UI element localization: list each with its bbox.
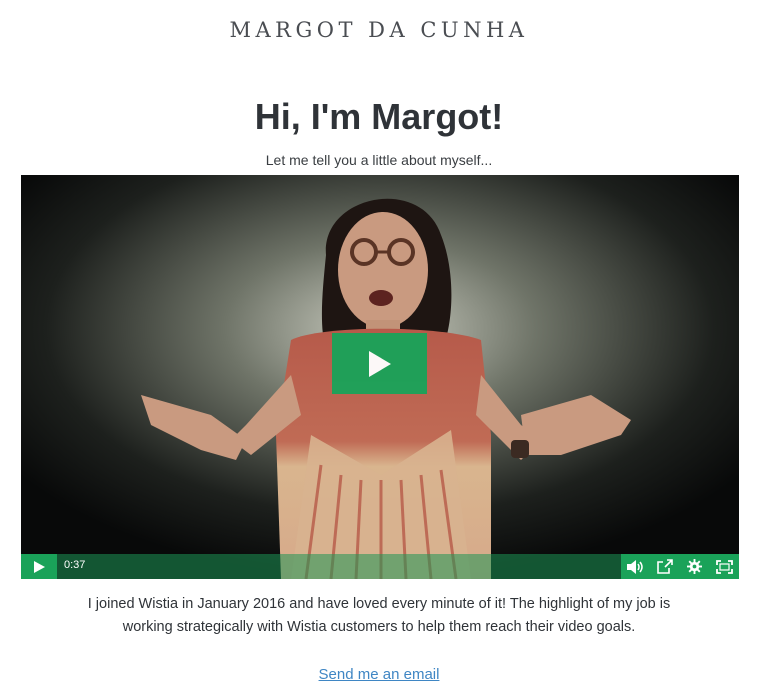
control-play-button[interactable] xyxy=(21,554,57,579)
play-icon xyxy=(33,560,45,573)
page-title: Hi, I'm Margot! xyxy=(254,96,504,137)
share-button[interactable] xyxy=(654,556,676,578)
bio-line: working strategically with Wistia custom… xyxy=(122,619,636,635)
send-email-link[interactable]: Send me an email xyxy=(319,666,440,683)
video-control-bar: 0:37 xyxy=(21,554,739,579)
email-link-container: Send me an email xyxy=(0,666,758,683)
settings-button[interactable] xyxy=(684,556,706,578)
current-time: 0:37 xyxy=(64,559,86,571)
fullscreen-button[interactable] xyxy=(713,556,735,578)
site-name: MARGOT DA CUNHA xyxy=(229,18,529,42)
volume-button[interactable] xyxy=(625,556,647,578)
video-player[interactable]: 0:37 xyxy=(21,175,739,579)
page-subtitle: Let me tell you a little about myself... xyxy=(265,152,493,168)
fullscreen-icon xyxy=(715,559,733,574)
right-controls xyxy=(621,554,739,579)
bio-line: I joined Wistia in January 2016 and have… xyxy=(87,596,671,612)
share-icon xyxy=(657,559,674,574)
volume-icon xyxy=(626,559,643,574)
big-play-button[interactable] xyxy=(332,333,427,394)
play-icon xyxy=(368,350,391,377)
bio-text: I joined Wistia in January 2016 and have… xyxy=(0,593,758,639)
settings-icon xyxy=(687,559,703,574)
